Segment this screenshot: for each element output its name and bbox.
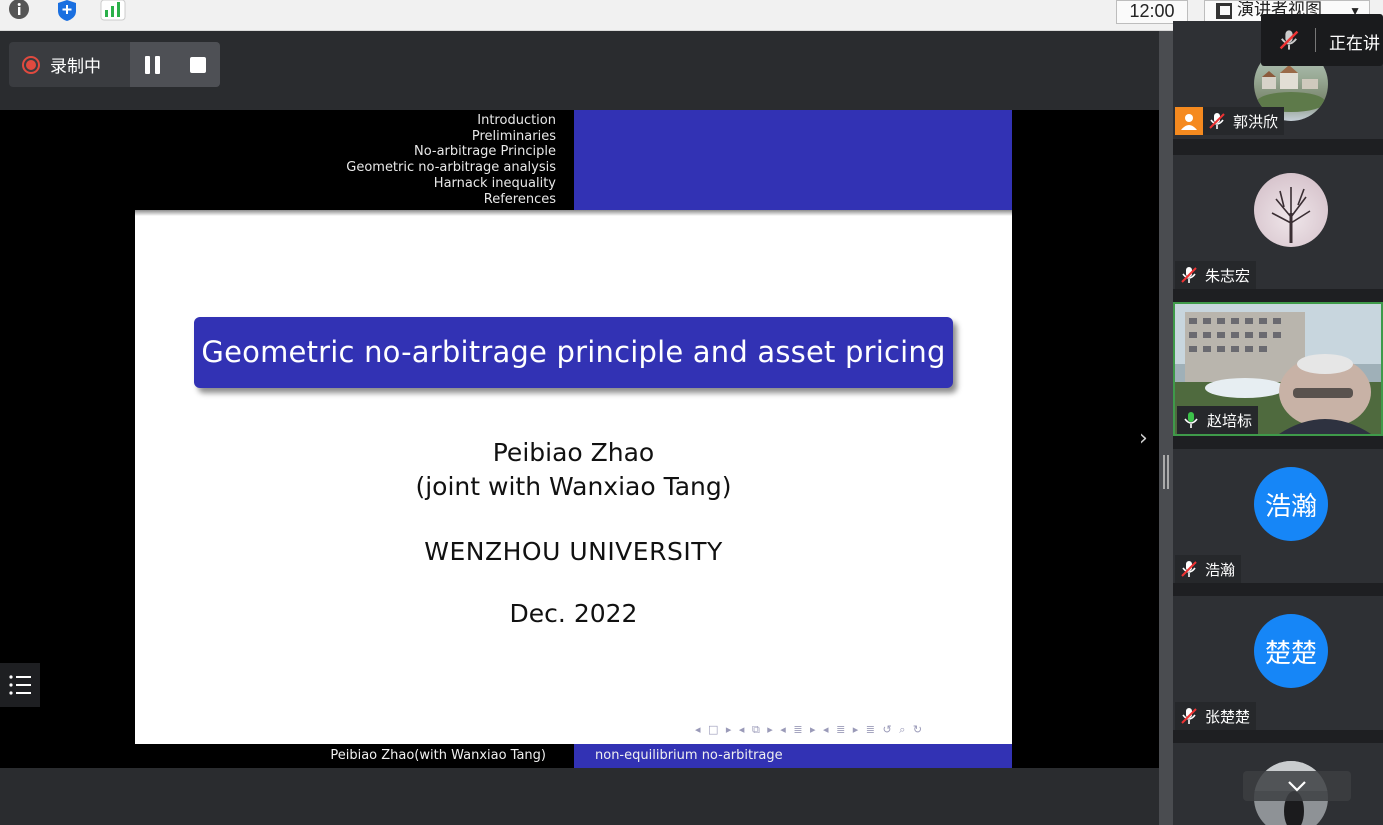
slide-header-bar — [574, 110, 1012, 210]
recording-status: 录制中 — [9, 42, 130, 87]
author-name: Peibiao Zhao — [492, 438, 655, 467]
avatar: 浩瀚 — [1254, 467, 1328, 541]
avatar: 楚楚 — [1254, 614, 1328, 688]
participant-tile-active[interactable]: 赵培标 — [1173, 302, 1383, 436]
nav-section-item[interactable]: Preliminaries — [346, 129, 556, 145]
participant-tile[interactable]: 朱志宏 — [1173, 155, 1383, 289]
section-navigation: Introduction Preliminaries No-arbitrage Pr… — [346, 113, 556, 207]
presenter-view-icon — [1216, 3, 1232, 19]
participant-name-tag: 张楚楚 — [1175, 702, 1257, 730]
nav-section-item[interactable]: References — [346, 192, 556, 208]
slide-institution: WENZHOU UNIVERSITY — [424, 537, 723, 566]
participant-name-tag: 赵培标 — [1177, 406, 1259, 434]
mic-muted-icon — [1181, 267, 1197, 283]
mic-muted-icon — [1279, 30, 1299, 50]
mic-muted-icon — [1181, 708, 1197, 724]
participant-name-tag: 郭洪欣 — [1175, 107, 1285, 135]
slide-footer-author: Peibiao Zhao(with Wanxiao Tang) — [135, 744, 574, 768]
nav-section-item[interactable]: No-arbitrage Principle — [346, 144, 556, 160]
participant-name: 朱志宏 — [1205, 266, 1251, 285]
participant-tile[interactable]: 楚楚 张楚楚 — [1173, 596, 1383, 730]
security-shield-icon[interactable] — [54, 0, 80, 22]
mic-muted-icon — [1181, 561, 1197, 577]
participant-name: 郭洪欣 — [1233, 112, 1279, 131]
participant-tile[interactable]: 浩瀚 浩瀚 — [1173, 449, 1383, 583]
speaking-label: 正在讲 — [1329, 34, 1380, 54]
chevron-right-icon[interactable]: › — [1139, 426, 1148, 451]
chevron-down-icon — [1288, 781, 1306, 792]
recording-control-bar: 录制中 — [9, 42, 220, 87]
slide-header-nav: Introduction Preliminaries No-arbitrage Pr… — [135, 110, 574, 210]
mic-muted-icon — [1209, 113, 1225, 129]
participant-name: 浩瀚 — [1205, 560, 1236, 579]
scroll-down-button[interactable] — [1243, 771, 1351, 801]
network-signal-icon[interactable] — [100, 0, 126, 22]
toolbar-list-button[interactable] — [0, 663, 40, 707]
stop-icon — [189, 56, 206, 73]
pause-icon — [145, 55, 160, 74]
slide-title: Geometric no-arbitrage principle and ass… — [194, 317, 953, 388]
presentation-slide-area: Introduction Preliminaries No-arbitrage Pr… — [0, 110, 1159, 768]
slide-author: Peibiao Zhao (joint with Wanxiao Tang) — [135, 436, 1012, 504]
list-icon — [9, 675, 31, 695]
participant-name: 赵培标 — [1207, 411, 1253, 430]
slide: Introduction Preliminaries No-arbitrage Pr… — [135, 110, 1012, 768]
nav-section-item[interactable]: Introduction — [346, 113, 556, 129]
host-icon — [1175, 107, 1203, 135]
avatar — [1254, 173, 1328, 247]
participant-name: 张楚楚 — [1205, 707, 1251, 726]
info-icon[interactable] — [6, 0, 32, 22]
recording-label: 录制中 — [50, 57, 101, 77]
stop-recording-button[interactable] — [175, 42, 220, 87]
record-indicator-icon — [22, 55, 40, 74]
slide-date: Dec. 2022 — [509, 599, 638, 628]
author-coauthor: (joint with Wanxiao Tang) — [415, 472, 732, 501]
participant-name-tag: 朱志宏 — [1175, 261, 1257, 289]
nav-section-item[interactable]: Geometric no-arbitrage analysis — [346, 160, 556, 176]
speaking-indicator: 正在讲 — [1261, 14, 1383, 66]
nav-section-item[interactable]: Harnack inequality — [346, 176, 556, 192]
beamer-navigation-symbols[interactable]: ◂ □ ▸ ◂ ⧉ ▸ ◂ ≣ ▸ ◂ ≣ ▸ ≣ ↺ ⌕ ↻ — [695, 723, 1005, 739]
panel-resize-handle[interactable] — [1159, 31, 1173, 825]
pause-recording-button[interactable] — [130, 42, 175, 87]
participants-panel: 郭洪欣 朱志宏 赵培标 浩瀚 浩瀚 楚楚 张楚楚 — [1173, 21, 1383, 825]
mic-active-icon — [1184, 412, 1198, 428]
slide-footer-title: non-equilibrium no-arbitrage — [574, 744, 1012, 768]
participant-name-tag: 浩瀚 — [1175, 555, 1242, 583]
